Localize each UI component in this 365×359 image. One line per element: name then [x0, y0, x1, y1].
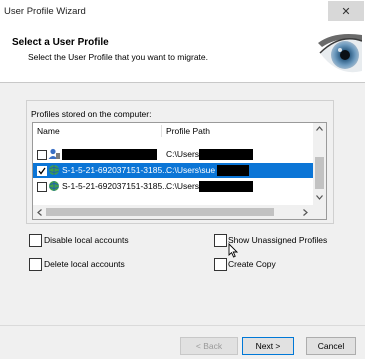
column-header-name[interactable]: Name: [37, 123, 60, 139]
profile-path: C:\Users\sue: [166, 165, 216, 175]
redaction-bar: [217, 165, 249, 176]
profile-row[interactable]: S-1-5-21-692037151-3185... C:\Users\: [33, 179, 313, 194]
column-header-path[interactable]: Profile Path: [166, 123, 210, 139]
show-unassigned-profiles-checkbox[interactable]: [214, 234, 227, 247]
cancel-button[interactable]: Cancel: [306, 337, 356, 355]
row-checkbox[interactable]: [37, 150, 47, 160]
globe-user-icon: [49, 181, 59, 191]
bottom-separator: [0, 325, 365, 326]
redaction-bar: [199, 149, 253, 160]
delete-local-accounts-checkbox[interactable]: [29, 258, 42, 271]
horizontal-scrollbar[interactable]: [33, 205, 326, 219]
create-copy-checkbox[interactable]: [214, 258, 227, 271]
eye-logo: [318, 27, 362, 77]
vertical-scrollbar[interactable]: [313, 123, 326, 205]
profile-name: S-1-5-21-692037151-3185...: [62, 165, 170, 175]
column-divider: [161, 125, 162, 137]
scroll-left-icon[interactable]: [37, 209, 42, 216]
create-copy-label[interactable]: Create Copy: [228, 259, 276, 269]
hscroll-thumb[interactable]: [46, 208, 274, 216]
profile-row-selected[interactable]: S-1-5-21-692037151-3185... C:\Users\sue: [33, 163, 313, 178]
profile-path: C:\Users\: [166, 181, 202, 191]
next-button[interactable]: Next >: [242, 337, 294, 355]
checkmark-icon: [38, 167, 46, 175]
profile-row[interactable]: C:\Users\: [33, 147, 313, 162]
disable-local-accounts-checkbox[interactable]: [29, 234, 42, 247]
profile-path: C:\Users\: [166, 149, 202, 159]
delete-local-accounts-label[interactable]: Delete local accounts: [44, 259, 125, 269]
window-title: User Profile Wizard: [4, 6, 86, 17]
show-unassigned-profiles-label[interactable]: Show Unassigned Profiles: [228, 235, 327, 245]
profile-name: S-1-5-21-692037151-3185...: [62, 181, 170, 191]
globe-user-icon: [49, 165, 59, 175]
scroll-up-icon[interactable]: [316, 126, 323, 131]
user-icon: [48, 148, 60, 159]
profiles-group-label: Profiles stored on the computer:: [31, 109, 152, 119]
redaction-bar: [199, 181, 253, 192]
close-button[interactable]: ✕: [328, 1, 364, 21]
redaction-bar: [62, 149, 157, 160]
scroll-down-icon[interactable]: [316, 195, 323, 200]
back-button[interactable]: < Back: [180, 337, 238, 355]
scroll-right-icon[interactable]: [303, 209, 308, 216]
page-heading: Select a User Profile: [12, 37, 109, 48]
profiles-list[interactable]: Name Profile Path C:\Users\ S-1-5-21-692…: [32, 122, 327, 220]
row-checkbox[interactable]: [37, 182, 47, 192]
mouse-cursor-icon: [228, 243, 238, 258]
row-checkbox-checked[interactable]: [37, 166, 47, 176]
page-subheading: Select the User Profile that you want to…: [28, 52, 209, 62]
disable-local-accounts-label[interactable]: Disable local accounts: [44, 235, 129, 245]
scroll-thumb[interactable]: [315, 157, 324, 189]
close-icon: ✕: [341, 5, 351, 18]
scroll-corner: [313, 205, 326, 219]
